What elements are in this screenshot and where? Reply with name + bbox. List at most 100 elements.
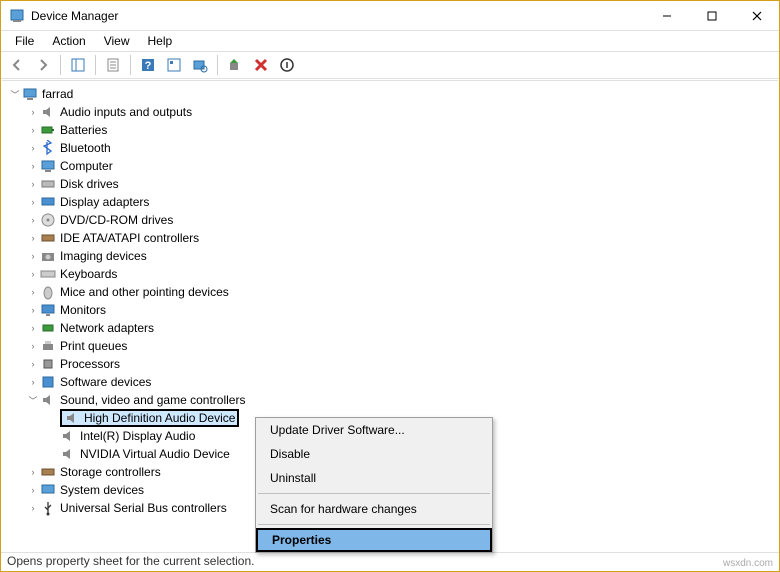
toolbar-separator — [217, 55, 218, 75]
expand-icon[interactable]: › — [26, 159, 40, 173]
toolbar: ? — [1, 51, 779, 79]
tree-label: Disk drives — [60, 177, 119, 191]
collapse-icon[interactable]: ﹀ — [8, 87, 22, 101]
tree-node-audio-io[interactable]: ›Audio inputs and outputs — [4, 103, 778, 121]
scan-hardware-button[interactable] — [188, 54, 212, 76]
tree-label: farrad — [42, 87, 73, 101]
action-button[interactable] — [162, 54, 186, 76]
tree-label: High Definition Audio Device — [84, 411, 235, 425]
tree-label: Monitors — [60, 303, 106, 317]
ctx-separator — [258, 493, 490, 494]
tree-node-processors[interactable]: ›Processors — [4, 355, 778, 373]
window-controls — [644, 1, 779, 30]
expand-icon[interactable]: › — [26, 339, 40, 353]
cpu-icon — [40, 356, 56, 372]
tree-node-sound[interactable]: ﹀ Sound, video and game controllers — [4, 391, 778, 409]
ctx-scan-hardware[interactable]: Scan for hardware changes — [256, 497, 492, 521]
bluetooth-icon — [40, 140, 56, 156]
software-icon — [40, 374, 56, 390]
expand-icon[interactable]: › — [26, 231, 40, 245]
tree-node-batteries[interactable]: ›Batteries — [4, 121, 778, 139]
ctx-disable[interactable]: Disable — [256, 442, 492, 466]
tree-label: Imaging devices — [60, 249, 147, 263]
expand-icon[interactable]: › — [26, 195, 40, 209]
properties-button[interactable] — [101, 54, 125, 76]
toolbar-separator — [60, 55, 61, 75]
minimize-button[interactable] — [644, 1, 689, 30]
menu-help[interactable]: Help — [140, 32, 181, 50]
close-button[interactable] — [734, 1, 779, 30]
tree-node-software-devices[interactable]: ›Software devices — [4, 373, 778, 391]
uninstall-button[interactable] — [249, 54, 273, 76]
show-hide-console-tree-button[interactable] — [66, 54, 90, 76]
speaker-icon — [40, 392, 56, 408]
collapse-icon[interactable]: ﹀ — [26, 393, 40, 407]
tree-node-network[interactable]: ›Network adapters — [4, 319, 778, 337]
network-icon — [40, 320, 56, 336]
forward-button[interactable] — [31, 54, 55, 76]
tree-root[interactable]: ﹀ farrad — [4, 85, 778, 103]
tree-node-display[interactable]: › Display adapters — [4, 193, 778, 211]
tree-label: DVD/CD-ROM drives — [60, 213, 173, 227]
menu-action[interactable]: Action — [44, 32, 93, 50]
watermark: wsxdn.com — [723, 558, 773, 569]
expand-icon[interactable]: › — [26, 465, 40, 479]
ctx-label: Uninstall — [270, 471, 316, 485]
ctx-label: Properties — [272, 533, 331, 547]
ctx-uninstall[interactable]: Uninstall — [256, 466, 492, 490]
tree-node-ide[interactable]: ›IDE ATA/ATAPI controllers — [4, 229, 778, 247]
expand-icon[interactable]: › — [26, 501, 40, 515]
tree-node-keyboards[interactable]: › Keyboards — [4, 265, 778, 283]
tree-label: Display adapters — [60, 195, 149, 209]
titlebar: Device Manager — [1, 1, 779, 31]
expand-icon[interactable]: › — [26, 123, 40, 137]
tree-node-dvd[interactable]: › DVD/CD-ROM drives — [4, 211, 778, 229]
controller-icon — [40, 230, 56, 246]
menu-file[interactable]: File — [7, 32, 42, 50]
computer-icon — [22, 86, 38, 102]
expand-icon[interactable]: › — [26, 267, 40, 281]
keyboard-icon — [40, 266, 56, 282]
printer-icon — [40, 338, 56, 354]
menu-view[interactable]: View — [96, 32, 138, 50]
tree-node-computer[interactable]: › Computer — [4, 157, 778, 175]
help-button[interactable]: ? — [136, 54, 160, 76]
toolbar-separator — [95, 55, 96, 75]
expand-icon[interactable]: › — [26, 483, 40, 497]
expand-icon[interactable]: › — [26, 177, 40, 191]
tree-label: Sound, video and game controllers — [60, 393, 245, 407]
expand-icon[interactable]: › — [26, 285, 40, 299]
expand-icon[interactable]: › — [26, 105, 40, 119]
mouse-icon — [40, 284, 56, 300]
menubar: File Action View Help — [1, 31, 779, 51]
disable-button[interactable] — [275, 54, 299, 76]
tree-label: Computer — [60, 159, 113, 173]
expand-icon[interactable]: › — [26, 213, 40, 227]
tree-label: System devices — [60, 483, 144, 497]
expand-icon[interactable]: › — [26, 303, 40, 317]
expand-icon[interactable]: › — [26, 249, 40, 263]
status-text: Opens property sheet for the current sel… — [7, 554, 254, 568]
tree-node-mice[interactable]: ›Mice and other pointing devices — [4, 283, 778, 301]
speaker-icon — [60, 428, 76, 444]
ctx-properties[interactable]: Properties — [256, 528, 492, 552]
tree-node-disk[interactable]: › Disk drives — [4, 175, 778, 193]
maximize-button[interactable] — [689, 1, 734, 30]
tree-node-printq[interactable]: ›Print queues — [4, 337, 778, 355]
monitor-icon — [40, 302, 56, 318]
tree-label: Keyboards — [60, 267, 117, 281]
expand-icon[interactable]: › — [26, 375, 40, 389]
expand-icon[interactable]: › — [26, 321, 40, 335]
expand-icon[interactable]: › — [26, 357, 40, 371]
svg-text:?: ? — [145, 60, 152, 72]
expand-icon[interactable]: › — [26, 141, 40, 155]
ctx-update-driver[interactable]: Update Driver Software... — [256, 418, 492, 442]
update-driver-button[interactable] — [223, 54, 247, 76]
speaker-icon — [64, 410, 80, 426]
ctx-label: Update Driver Software... — [270, 423, 405, 437]
back-button[interactable] — [5, 54, 29, 76]
tree-node-monitors[interactable]: › Monitors — [4, 301, 778, 319]
tree-node-imaging[interactable]: › Imaging devices — [4, 247, 778, 265]
tree-label: Storage controllers — [60, 465, 161, 479]
tree-node-bluetooth[interactable]: ›Bluetooth — [4, 139, 778, 157]
